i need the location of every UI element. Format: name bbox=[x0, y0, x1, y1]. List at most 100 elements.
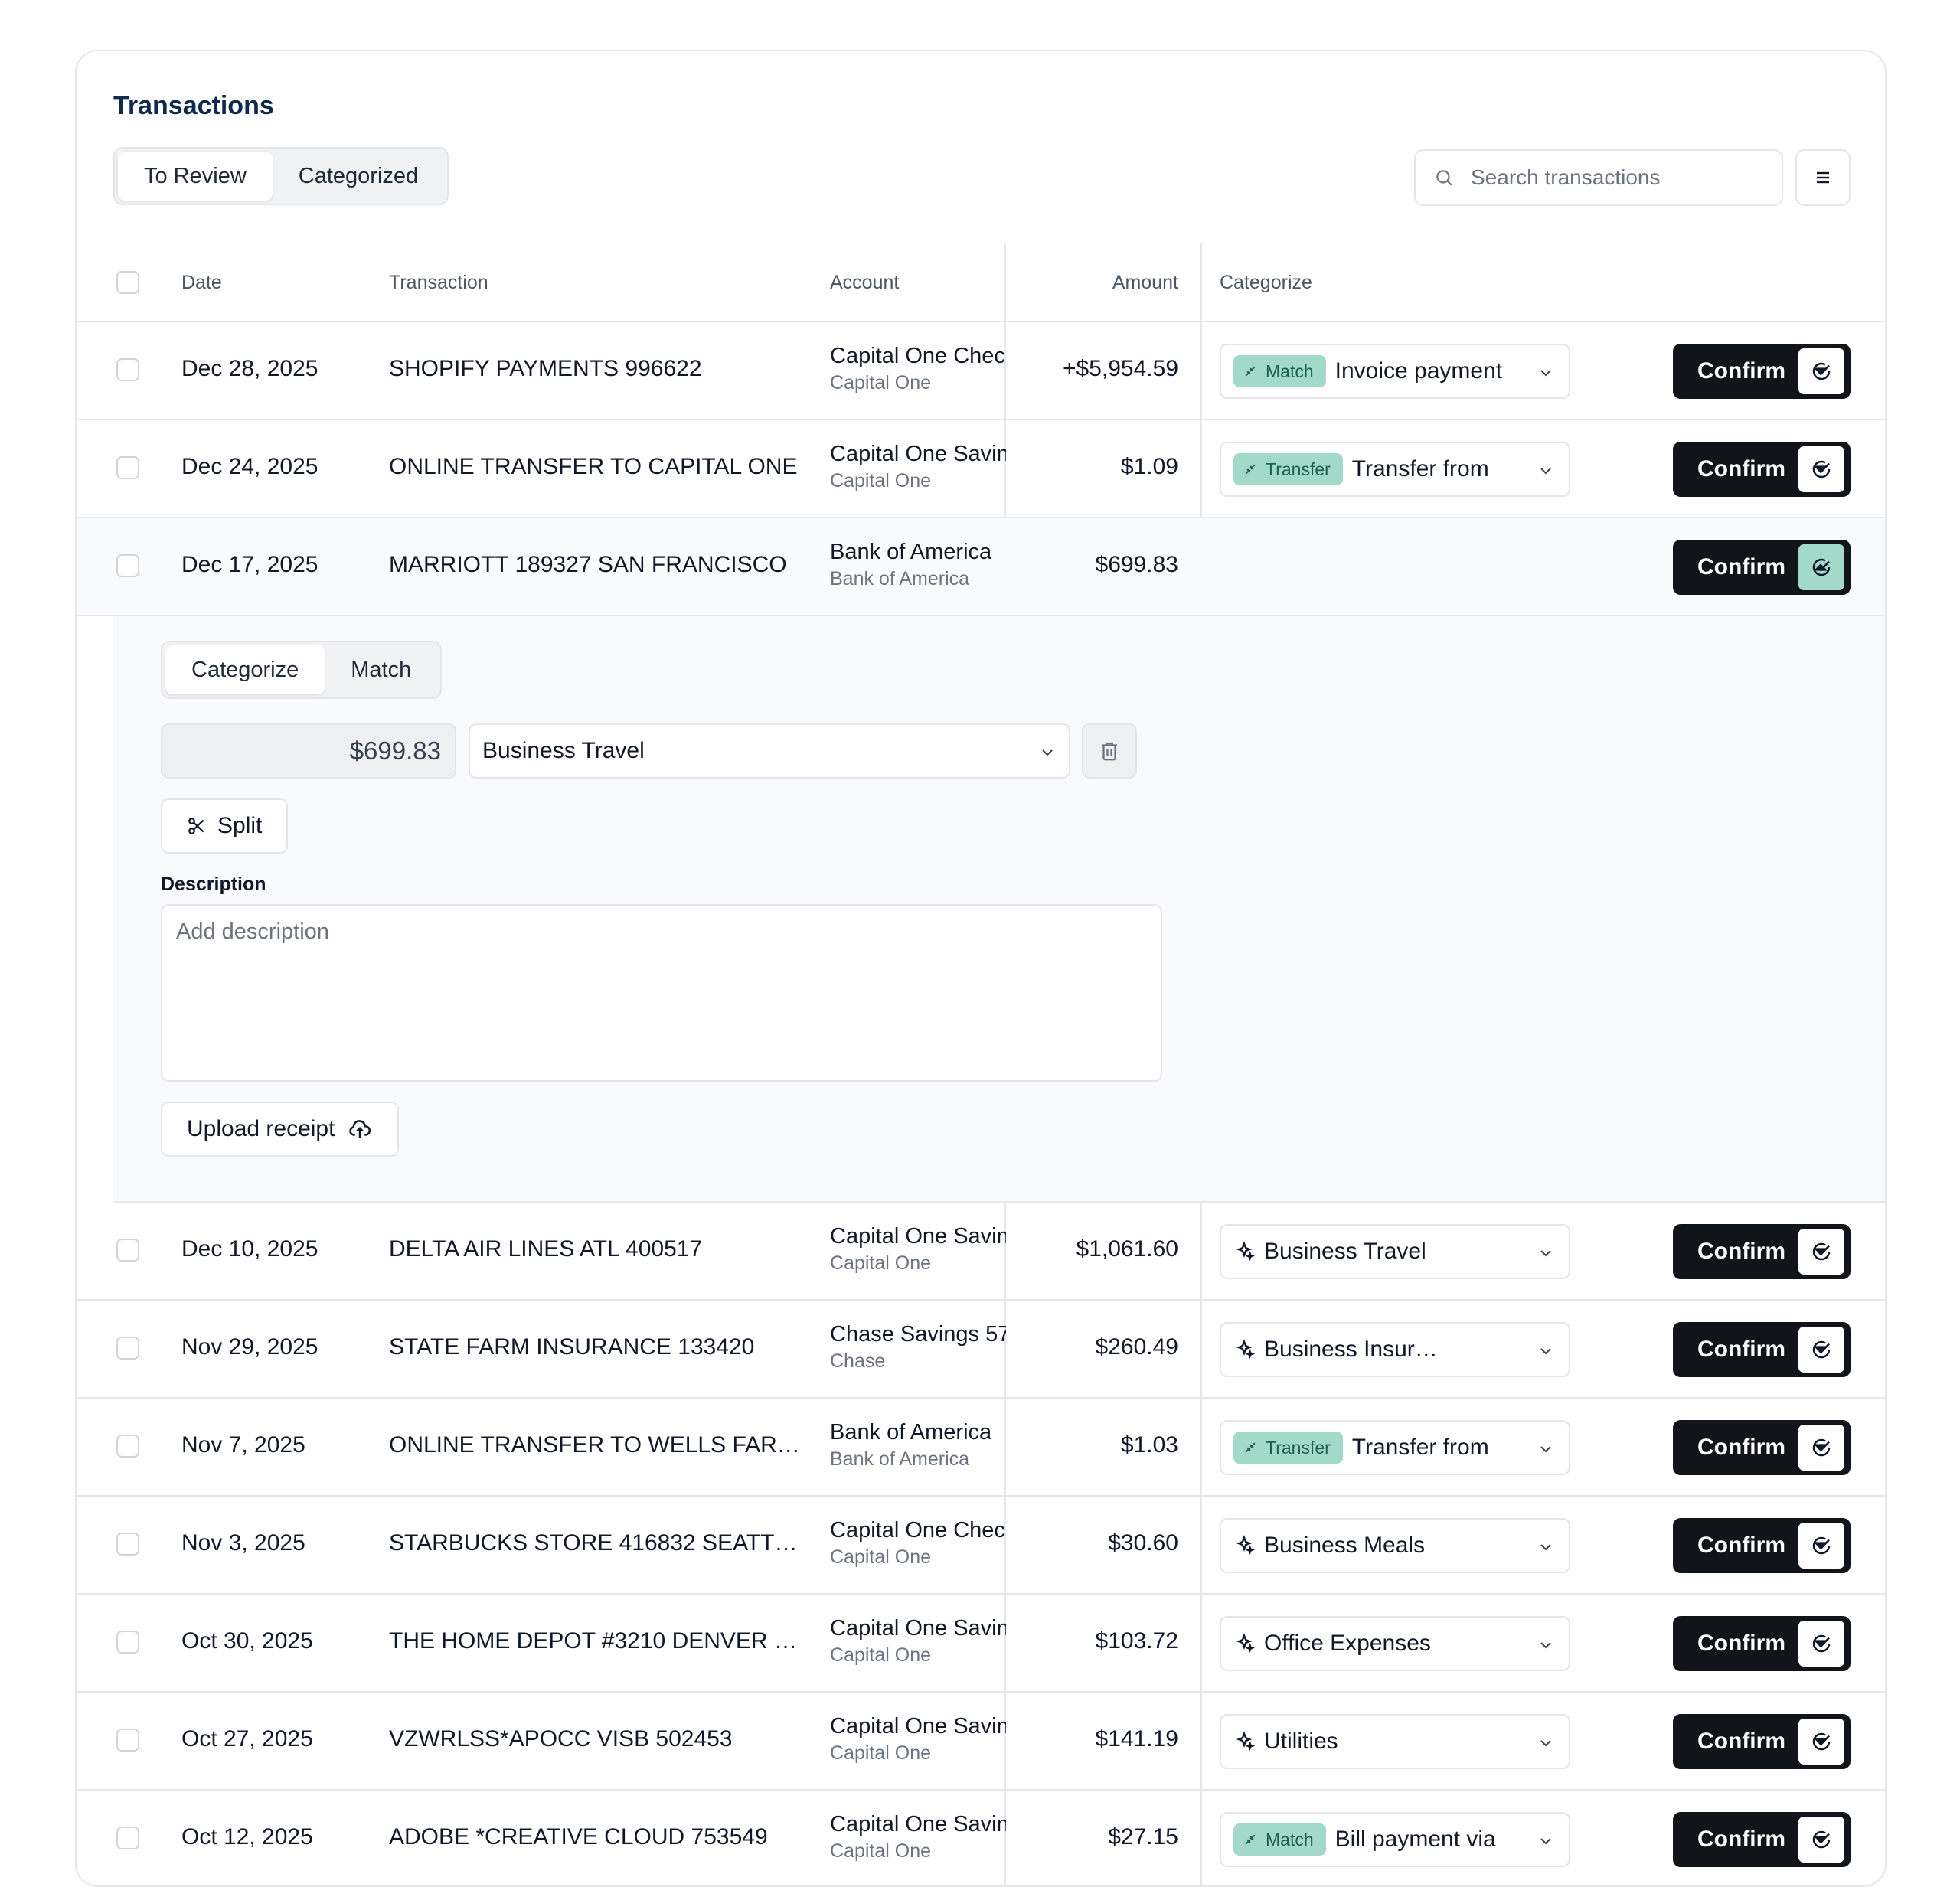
cloud-upload-icon bbox=[349, 1120, 371, 1138]
row-date: Nov 3, 2025 bbox=[181, 1530, 305, 1556]
tab-match[interactable]: Match bbox=[325, 645, 437, 694]
row-account-name: Capital One Savings bbox=[830, 1224, 1006, 1249]
row-category-select[interactable]: Business Insurance bbox=[1220, 1322, 1570, 1377]
row-description: VZWRLSS*APOCC VISB 502453 bbox=[389, 1726, 733, 1752]
menu-button[interactable] bbox=[1795, 149, 1851, 206]
row-category-select[interactable]: Transfer Transfer from bbox=[1220, 442, 1570, 497]
expand-caret-icon[interactable] bbox=[1810, 1829, 1831, 1850]
row-checkbox[interactable] bbox=[116, 1337, 139, 1360]
row-badge: Match bbox=[1233, 355, 1326, 387]
row-category-label: Invoice payment bbox=[1334, 358, 1503, 384]
row-date: Nov 29, 2025 bbox=[181, 1334, 318, 1360]
row-checkbox[interactable] bbox=[116, 1631, 139, 1654]
expand-caret-icon[interactable] bbox=[1810, 1437, 1831, 1458]
description-textarea[interactable] bbox=[161, 904, 1162, 1082]
category-select[interactable]: Business Travel bbox=[469, 723, 1070, 779]
table-row[interactable]: Dec 10, 2025 DELTA AIR LINES ATL 400517 Ca… bbox=[77, 1203, 1885, 1301]
row-checkbox[interactable] bbox=[116, 1435, 139, 1458]
delete-split-button[interactable] bbox=[1082, 723, 1137, 779]
table-row[interactable]: Oct 12, 2025 ADOBE *CREATIVE CLOUD 753549… bbox=[77, 1791, 1885, 1885]
row-category-select[interactable]: Office Expenses bbox=[1220, 1616, 1570, 1671]
row-account-bank: Bank of America bbox=[830, 1448, 970, 1470]
expand-caret-icon[interactable] bbox=[1810, 361, 1831, 382]
hamburger-icon bbox=[1817, 171, 1829, 184]
expand-caret-icon[interactable] bbox=[1810, 1535, 1831, 1556]
chevron-down-icon bbox=[1540, 1838, 1551, 1845]
expand-caret-icon[interactable] bbox=[1810, 459, 1831, 480]
table-row[interactable]: Dec 28, 2025 SHOPIFY PAYMENTS 996622 Capit… bbox=[77, 322, 1885, 420]
row-checkbox[interactable] bbox=[116, 358, 139, 381]
row-date: Dec 28, 2025 bbox=[181, 356, 318, 381]
chevron-down-icon bbox=[1540, 1250, 1551, 1257]
row-account-name: Bank of America bbox=[830, 540, 992, 564]
row-description: SHOPIFY PAYMENTS 996622 bbox=[389, 356, 702, 381]
row-date: Dec 10, 2025 bbox=[181, 1236, 318, 1262]
row-account: Capital One Savings Capital One bbox=[830, 1714, 1006, 1765]
row-checkbox[interactable] bbox=[116, 456, 139, 479]
row-checkbox[interactable] bbox=[116, 1239, 139, 1262]
row-amount: $260.49 bbox=[1095, 1334, 1178, 1360]
split-button[interactable]: Split bbox=[161, 798, 289, 854]
row-checkbox[interactable] bbox=[116, 554, 139, 577]
expand-caret-icon[interactable] bbox=[1810, 1633, 1831, 1654]
split-amount-field[interactable]: $699.83 bbox=[161, 723, 456, 779]
table-row[interactable]: Oct 27, 2025 VZWRLSS*APOCC VISB 502453 Cap… bbox=[77, 1693, 1885, 1791]
row-account-bank: Capital One bbox=[830, 1840, 932, 1862]
row-amount: $1,061.60 bbox=[1076, 1236, 1178, 1262]
row-category-label: Bill payment via bbox=[1334, 1827, 1496, 1852]
search-box[interactable] bbox=[1414, 149, 1783, 206]
expand-caret-icon[interactable] bbox=[1810, 1731, 1831, 1752]
row-category-select[interactable]: Transfer Transfer from bbox=[1220, 1420, 1570, 1475]
row-category-select[interactable]: Business Travel bbox=[1220, 1224, 1570, 1279]
upload-receipt-button[interactable]: Upload receipt bbox=[161, 1102, 400, 1157]
row-badge-label: Transfer bbox=[1266, 1437, 1331, 1458]
table-row[interactable]: Dec 24, 2025 ONLINE TRANSFER TO CAPITAL O… bbox=[77, 420, 1885, 518]
row-badge: Transfer bbox=[1233, 453, 1343, 485]
table-row[interactable]: Oct 30, 2025 THE HOME DEPOT #3210 DENVER … bbox=[77, 1595, 1885, 1693]
match-icon bbox=[1245, 1442, 1256, 1453]
confirm-label: Confirm bbox=[1697, 1337, 1785, 1362]
row-checkbox[interactable] bbox=[116, 1827, 139, 1849]
row-description: ONLINE TRANSFER TO CAPITAL ONE bbox=[389, 454, 798, 479]
row-category-label: Utilities bbox=[1264, 1729, 1338, 1754]
table-row[interactable]: Dec 17, 2025 MARRIOTT 189327 SAN FRANCISC… bbox=[77, 518, 1885, 616]
row-date: Nov 7, 2025 bbox=[181, 1432, 305, 1458]
chevron-down-icon bbox=[1540, 1544, 1551, 1551]
row-account-name: Capital One Savings bbox=[830, 1812, 1006, 1836]
confirm-label: Confirm bbox=[1697, 456, 1785, 482]
row-account-bank: Chase bbox=[830, 1350, 886, 1372]
row-category-label: Office Expenses bbox=[1264, 1631, 1431, 1656]
row-amount: $27.15 bbox=[1108, 1824, 1178, 1849]
row-date: Oct 30, 2025 bbox=[181, 1628, 313, 1654]
row-category-select[interactable]: Utilities bbox=[1220, 1714, 1570, 1769]
chevron-down-icon bbox=[1540, 1446, 1551, 1453]
confirm-label: Confirm bbox=[1697, 1729, 1785, 1754]
select-all-checkbox[interactable] bbox=[116, 271, 139, 294]
row-category-select[interactable]: Business Meals bbox=[1220, 1518, 1570, 1573]
search-input[interactable] bbox=[1471, 165, 1762, 190]
tab-categorized[interactable]: Categorized bbox=[273, 152, 444, 201]
tab-to-review[interactable]: To Review bbox=[118, 152, 273, 201]
row-date: Oct 27, 2025 bbox=[181, 1726, 313, 1752]
table-row[interactable]: Nov 3, 2025 STARBUCKS STORE 416832 SEATTL… bbox=[77, 1497, 1885, 1595]
tab-categorize[interactable]: Categorize bbox=[165, 645, 325, 694]
row-checkbox[interactable] bbox=[116, 1533, 139, 1556]
collapse-caret-icon[interactable] bbox=[1810, 557, 1831, 578]
expand-caret-icon[interactable] bbox=[1810, 1241, 1831, 1262]
confirm-label: Confirm bbox=[1697, 1827, 1785, 1852]
confirm-label: Confirm bbox=[1697, 1435, 1785, 1460]
row-checkbox[interactable] bbox=[116, 1729, 139, 1752]
row-account-name: Capital One Savings bbox=[830, 1714, 1006, 1738]
row-account-name: Capital One Savings bbox=[830, 442, 1006, 466]
panel-tabs: Categorize Match bbox=[161, 641, 443, 699]
row-account: Bank of America Bank of America bbox=[830, 540, 1006, 590]
table-row[interactable]: Nov 29, 2025 STATE FARM INSURANCE 133420 C… bbox=[77, 1301, 1885, 1399]
row-category-select[interactable]: Match Invoice payment bbox=[1220, 344, 1570, 399]
row-category-select[interactable]: Match Bill payment via bbox=[1220, 1812, 1570, 1867]
expand-caret-icon[interactable] bbox=[1810, 1339, 1831, 1360]
table-row[interactable]: Nov 7, 2025 ONLINE TRANSFER TO WELLS FARG… bbox=[77, 1399, 1885, 1497]
row-amount: $1.03 bbox=[1120, 1432, 1178, 1458]
sparkle-icon bbox=[1236, 1535, 1255, 1556]
row-amount: $103.72 bbox=[1095, 1628, 1178, 1654]
row-amount: $699.83 bbox=[1095, 552, 1178, 577]
